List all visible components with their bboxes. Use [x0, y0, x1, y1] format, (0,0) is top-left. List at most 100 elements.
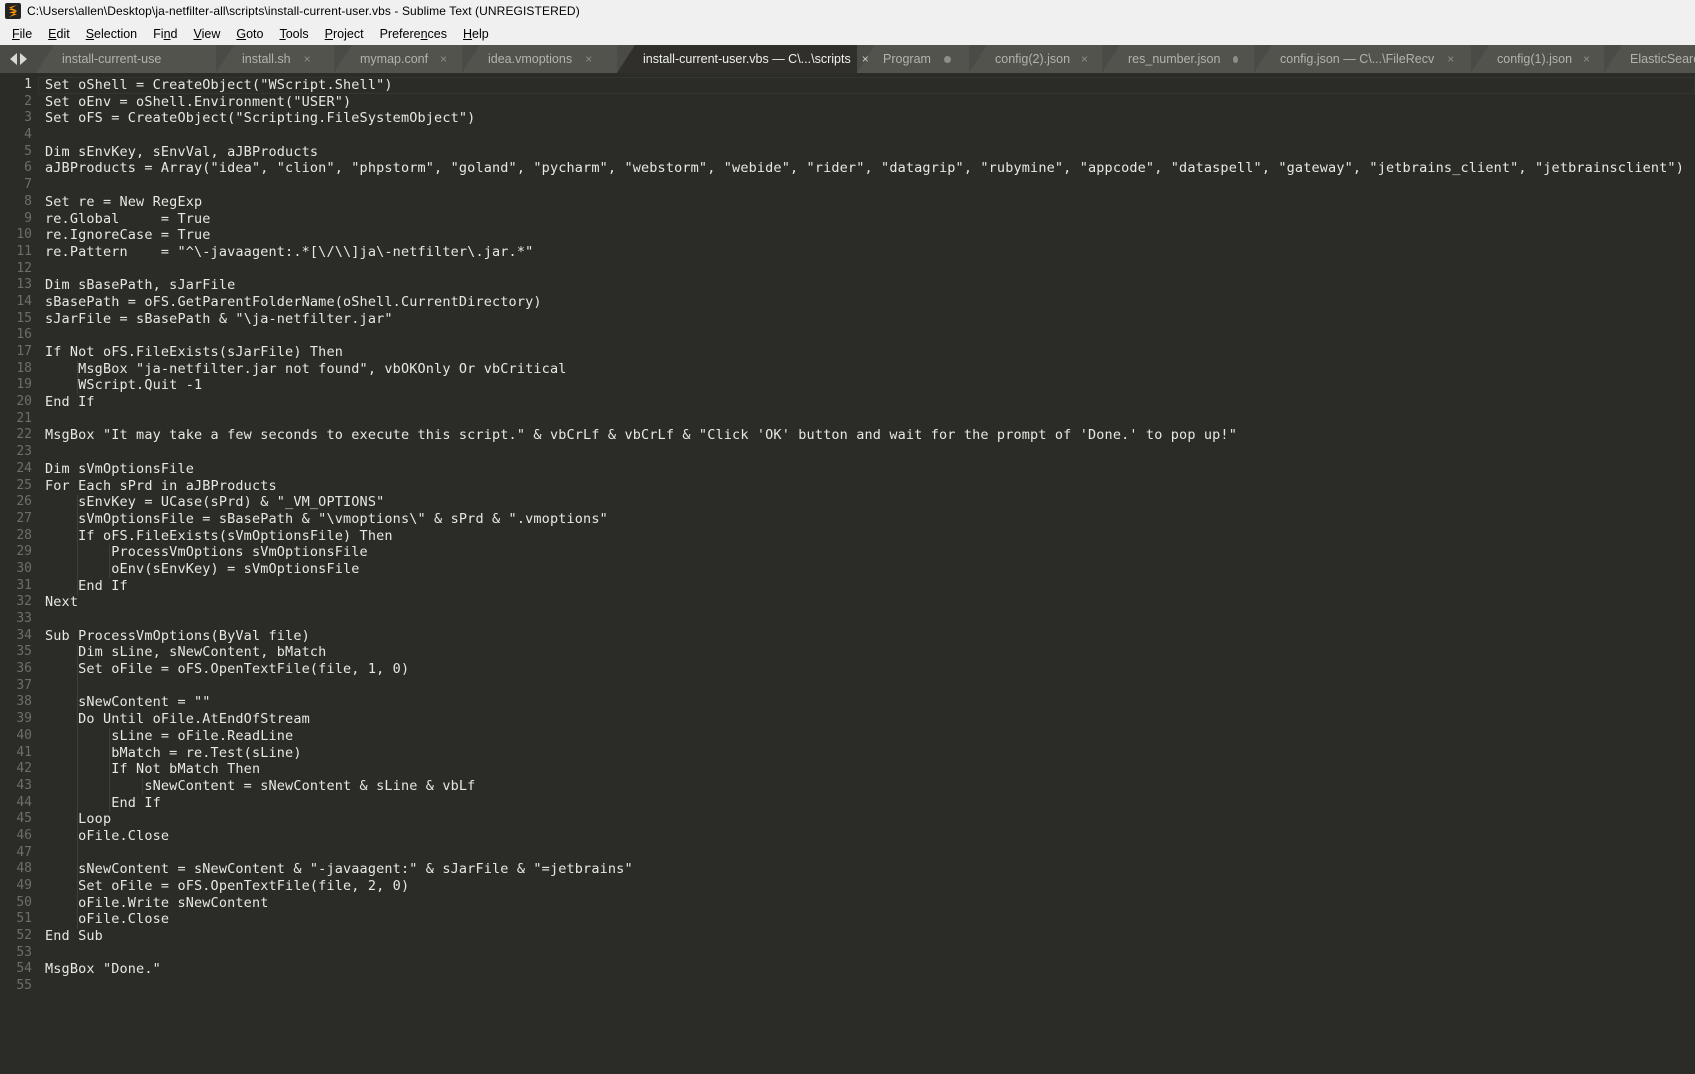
line-number: 21	[16, 410, 32, 426]
code-line[interactable]: Set oFile = oFS.OpenTextFile(file, 1, 0)	[45, 661, 1695, 678]
code-line[interactable]	[45, 845, 1695, 862]
menu-item-edit[interactable]: Edit	[40, 25, 78, 43]
code-line[interactable]: sBasePath = oFS.GetParentFolderName(oShe…	[45, 294, 1695, 311]
tab-9[interactable]: config(1).json ×	[1471, 45, 1604, 73]
tab-5[interactable]: Program	[857, 45, 969, 73]
code-line[interactable]	[45, 945, 1695, 962]
menu-item-file[interactable]: File	[4, 25, 40, 43]
code-line[interactable]: re.Pattern = "^\-javaagent:.*[\/\\]ja\-n…	[45, 244, 1695, 261]
code-line[interactable]	[45, 978, 1695, 995]
code-line[interactable]: End If	[45, 578, 1695, 595]
menu-bar: File Edit Selection Find View Goto Tools Projec…	[0, 23, 1695, 45]
tab-1[interactable]: install.sh ×	[216, 45, 334, 73]
tab-close-icon[interactable]: ×	[862, 53, 869, 65]
tab-scroll-buttons[interactable]	[0, 45, 36, 73]
tab-6[interactable]: config(2).json ×	[969, 45, 1102, 73]
chevron-left-icon[interactable]	[9, 53, 17, 65]
tab-label: install.sh	[242, 52, 291, 66]
code-line[interactable]: re.IgnoreCase = True	[45, 227, 1695, 244]
line-number: 2	[24, 93, 32, 109]
menu-item-preferences[interactable]: Preferences	[372, 25, 455, 43]
code-line[interactable]: sVmOptionsFile = sBasePath & "\vmoptions…	[45, 511, 1695, 528]
code-line[interactable]	[45, 444, 1695, 461]
code-line[interactable]: Set oEnv = oShell.Environment("USER")	[45, 94, 1695, 111]
code-line[interactable]: oFile.Write sNewContent	[45, 895, 1695, 912]
code-line[interactable]: sNewContent = ""	[45, 694, 1695, 711]
code-line[interactable]: If Not bMatch Then	[45, 761, 1695, 778]
code-line[interactable]: For Each sPrd in aJBProducts	[45, 478, 1695, 495]
code-line[interactable]: sEnvKey = UCase(sPrd) & "_VM_OPTIONS"	[45, 494, 1695, 511]
code-line[interactable]: oFile.Close	[45, 828, 1695, 845]
tab-close-icon[interactable]: ×	[439, 53, 448, 65]
code-line[interactable]: Next	[45, 594, 1695, 611]
code-line[interactable]: Set oFS = CreateObject("Scripting.FileSy…	[45, 110, 1695, 127]
code-line[interactable]: End If	[45, 394, 1695, 411]
menu-item-project[interactable]: Project	[317, 25, 372, 43]
tab-dirty-indicator-icon[interactable]	[943, 55, 951, 63]
tab-8[interactable]: config.json — C\...\FileRecv ×	[1254, 45, 1471, 73]
code-line[interactable]: Dim sLine, sNewContent, bMatch	[45, 644, 1695, 661]
tab-close-icon[interactable]: ×	[1445, 53, 1456, 65]
code-line[interactable]: sNewContent = sNewContent & sLine & vbLf	[45, 778, 1695, 795]
code-line[interactable]	[45, 177, 1695, 194]
line-number: 23	[16, 444, 32, 460]
menu-item-help[interactable]: Help	[455, 25, 497, 43]
code-line[interactable]: bMatch = re.Test(sLine)	[45, 745, 1695, 762]
code-line[interactable]	[45, 611, 1695, 628]
line-number: 51	[16, 911, 32, 927]
tab-0[interactable]: install-current-use	[36, 45, 216, 73]
code-line[interactable]	[45, 411, 1695, 428]
code-line[interactable]	[45, 261, 1695, 278]
code-line[interactable]: End Sub	[45, 928, 1695, 945]
menu-item-tools[interactable]: Tools	[271, 25, 316, 43]
code-line[interactable]	[45, 327, 1695, 344]
code-line[interactable]: Set re = New RegExp	[45, 194, 1695, 211]
code-line[interactable]: oFile.Close	[45, 911, 1695, 928]
code-line[interactable]: ProcessVmOptions sVmOptionsFile	[45, 544, 1695, 561]
code-line[interactable]: MsgBox "Done."	[45, 961, 1695, 978]
menu-item-view[interactable]: View	[185, 25, 228, 43]
code-line[interactable]: If Not oFS.FileExists(sJarFile) Then	[45, 344, 1695, 361]
code-line[interactable]	[45, 127, 1695, 144]
code-line[interactable]: Set oFile = oFS.OpenTextFile(file, 2, 0)	[45, 878, 1695, 895]
code-line[interactable]: Do Until oFile.AtEndOfStream	[45, 711, 1695, 728]
code-editor[interactable]: 1 2 3 4 5 6 7 8 9 10 11 12 13 14 15 16 17 18 19 20 21 22 23 24 2…	[0, 73, 1695, 1074]
tab-7[interactable]: res_number.json	[1102, 45, 1254, 73]
code-line[interactable]: Set oShell = CreateObject("WScript.Shell…	[45, 77, 1695, 94]
code-line[interactable]: Dim sVmOptionsFile	[45, 461, 1695, 478]
tab-4[interactable]: install-current-user.vbs — C\...\scripts…	[617, 45, 869, 73]
line-number: 17	[16, 344, 32, 359]
code-line[interactable]: aJBProducts = Array("idea", "clion", "ph…	[45, 160, 1695, 177]
title-bar: C:\Users\allen\Desktop\ja-netfilter-all\…	[0, 0, 1695, 23]
chevron-right-icon[interactable]	[19, 53, 27, 65]
menu-item-find[interactable]: Find	[145, 25, 185, 43]
code-line[interactable]: MsgBox "ja-netfilter.jar not found", vbO…	[45, 361, 1695, 378]
menu-item-goto[interactable]: Goto	[228, 25, 271, 43]
tab-dirty-indicator-icon[interactable]	[1233, 55, 1238, 63]
tab-3[interactable]: idea.vmoptions ×	[462, 45, 617, 73]
code-line[interactable]: WScript.Quit -1	[45, 377, 1695, 394]
code-line[interactable]	[45, 678, 1695, 695]
code-line[interactable]: Loop	[45, 811, 1695, 828]
code-line[interactable]: Dim sBasePath, sJarFile	[45, 277, 1695, 294]
code-line[interactable]: oEnv(sEnvKey) = sVmOptionsFile	[45, 561, 1695, 578]
tab-10[interactable]: ElasticSearchWriter.java×	[1604, 45, 1695, 73]
code-line[interactable]: Sub ProcessVmOptions(ByVal file)	[45, 628, 1695, 645]
tab-close-icon[interactable]: ×	[302, 53, 313, 65]
tab-close-icon[interactable]: ×	[583, 53, 594, 65]
code-line[interactable]: sLine = oFile.ReadLine	[45, 728, 1695, 745]
tab-close-icon[interactable]: ×	[1583, 53, 1590, 65]
code-line[interactable]: MsgBox "It may take a few seconds to exe…	[45, 427, 1695, 444]
code-line[interactable]: re.Global = True	[45, 211, 1695, 228]
tab-close-icon[interactable]: ×	[1081, 53, 1088, 65]
code-content[interactable]: Set oShell = CreateObject("WScript.Shell…	[38, 73, 1695, 1074]
code-line[interactable]: Dim sEnvKey, sEnvVal, aJBProducts	[45, 144, 1695, 161]
code-line[interactable]: If oFS.FileExists(sVmOptionsFile) Then	[45, 528, 1695, 545]
window-title: C:\Users\allen\Desktop\ja-netfilter-all\…	[27, 4, 580, 18]
code-line[interactable]: End If	[45, 795, 1695, 812]
line-number: 12	[16, 260, 32, 276]
tab-2[interactable]: mymap.conf ×	[334, 45, 462, 73]
code-line[interactable]: sNewContent = sNewContent & "-javaagent:…	[45, 861, 1695, 878]
menu-item-selection[interactable]: Selection	[78, 25, 145, 43]
code-line[interactable]: sJarFile = sBasePath & "\ja-netfilter.ja…	[45, 311, 1695, 328]
